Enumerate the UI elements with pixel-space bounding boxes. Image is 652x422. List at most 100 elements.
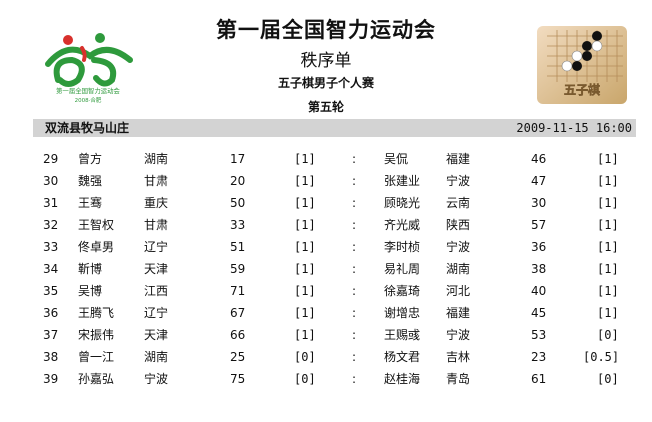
player2-region: 云南 — [446, 196, 471, 210]
table-number: 32 — [43, 218, 59, 232]
pairings-list: 29 曾方 湖南 17 [1] : 吴侃 福建 46 [1] 30 魏强 甘肃 … — [0, 148, 652, 390]
versus-separator: : — [352, 240, 357, 254]
player2-name: 谢增忠 — [384, 306, 421, 320]
versus-separator: : — [352, 372, 357, 386]
player1-seed: 66 — [230, 328, 246, 342]
player2-region: 宁波 — [446, 174, 471, 188]
player1-region: 甘肃 — [144, 218, 169, 232]
player2-region: 吉林 — [446, 350, 471, 364]
player2-region: 青岛 — [446, 372, 471, 386]
player1-region: 辽宁 — [144, 306, 169, 320]
player1-name: 王腾飞 — [78, 306, 115, 320]
player2-points: [1] — [597, 284, 619, 298]
versus-separator: : — [352, 196, 357, 210]
player2-name: 徐嘉琦 — [384, 284, 421, 298]
player2-points: [1] — [597, 152, 619, 166]
player2-points: [0] — [597, 372, 619, 386]
player2-points: [1] — [597, 240, 619, 254]
player1-points: [1] — [294, 174, 316, 188]
player1-region: 甘肃 — [144, 174, 169, 188]
player2-region: 陕西 — [446, 218, 471, 232]
player1-name: 王骞 — [78, 196, 103, 210]
player2-points: [1] — [597, 306, 619, 320]
player2-seed: 53 — [531, 328, 547, 342]
player2-name: 吴侃 — [384, 152, 409, 166]
player2-region: 河北 — [446, 284, 471, 298]
player2-points: [0] — [597, 328, 619, 342]
player2-points: [0.5] — [583, 350, 620, 364]
player1-points: [1] — [294, 240, 316, 254]
gomoku-board-icon: 五子棋 — [537, 26, 627, 104]
player2-name: 易礼周 — [384, 262, 421, 276]
player2-seed: 45 — [531, 306, 547, 320]
player1-points: [0] — [294, 372, 316, 386]
player1-points: [1] — [294, 306, 316, 320]
table-row: 38 曾一江 湖南 25 [0] : 杨文君 吉林 23 [0.5] — [0, 346, 652, 368]
player2-name: 齐光威 — [384, 218, 421, 232]
player1-seed: 33 — [230, 218, 246, 232]
player2-region: 福建 — [446, 306, 471, 320]
player2-seed: 40 — [531, 284, 547, 298]
player1-seed: 71 — [230, 284, 246, 298]
table-number: 38 — [43, 350, 59, 364]
versus-separator: : — [352, 284, 357, 298]
versus-separator: : — [352, 306, 357, 320]
table-number: 30 — [43, 174, 59, 188]
player2-region: 福建 — [446, 152, 471, 166]
table-row: 39 孙嘉弘 宁波 75 [0] : 赵桂海 青岛 61 [0] — [0, 368, 652, 390]
player2-seed: 23 — [531, 350, 547, 364]
player1-name: 宋振伟 — [78, 328, 115, 342]
player1-points: [0] — [294, 350, 316, 364]
player1-region: 江西 — [144, 284, 169, 298]
player1-name: 曾一江 — [78, 350, 115, 364]
versus-separator: : — [352, 350, 357, 364]
table-number: 34 — [43, 262, 59, 276]
player2-seed: 47 — [531, 174, 547, 188]
player1-name: 靳博 — [78, 262, 103, 276]
versus-separator: : — [352, 218, 357, 232]
versus-separator: : — [352, 174, 357, 188]
table-row: 29 曾方 湖南 17 [1] : 吴侃 福建 46 [1] — [0, 148, 652, 170]
player2-seed: 61 — [531, 372, 547, 386]
player1-region: 湖南 — [144, 152, 169, 166]
player2-points: [1] — [597, 218, 619, 232]
player2-region: 湖南 — [446, 262, 471, 276]
player2-name: 李时桢 — [384, 240, 421, 254]
player1-points: [1] — [294, 218, 316, 232]
player1-seed: 75 — [230, 372, 246, 386]
player1-name: 曾方 — [78, 152, 103, 166]
player1-seed: 17 — [230, 152, 246, 166]
table-row: 37 宋振伟 天津 66 [1] : 王赐彧 宁波 53 [0] — [0, 324, 652, 346]
player1-seed: 51 — [230, 240, 246, 254]
player2-name: 赵桂海 — [384, 372, 421, 386]
player2-seed: 38 — [531, 262, 547, 276]
player2-points: [1] — [597, 196, 619, 210]
player1-region: 宁波 — [144, 372, 169, 386]
player2-seed: 36 — [531, 240, 547, 254]
player1-name: 佟卓男 — [78, 240, 115, 254]
player1-points: [1] — [294, 196, 316, 210]
datetime: 2009-11-15 16:00 — [516, 121, 632, 135]
table-number: 37 — [43, 328, 59, 342]
table-row: 31 王骞 重庆 50 [1] : 顾晓光 云南 30 [1] — [0, 192, 652, 214]
player1-seed: 25 — [230, 350, 246, 364]
player2-region: 宁波 — [446, 240, 471, 254]
player1-seed: 50 — [230, 196, 246, 210]
player1-region: 重庆 — [144, 196, 169, 210]
player2-region: 宁波 — [446, 328, 471, 342]
player2-points: [1] — [597, 262, 619, 276]
player1-seed: 59 — [230, 262, 246, 276]
table-number: 36 — [43, 306, 59, 320]
player2-name: 王赐彧 — [384, 328, 421, 342]
table-number: 29 — [43, 152, 59, 166]
table-number: 39 — [43, 372, 59, 386]
player1-region: 天津 — [144, 328, 169, 342]
player1-points: [1] — [294, 328, 316, 342]
table-number: 35 — [43, 284, 59, 298]
player1-seed: 67 — [230, 306, 246, 320]
player1-points: [1] — [294, 262, 316, 276]
player1-region: 辽宁 — [144, 240, 169, 254]
versus-separator: : — [352, 328, 357, 342]
versus-separator: : — [352, 152, 357, 166]
table-row: 30 魏强 甘肃 20 [1] : 张建业 宁波 47 [1] — [0, 170, 652, 192]
